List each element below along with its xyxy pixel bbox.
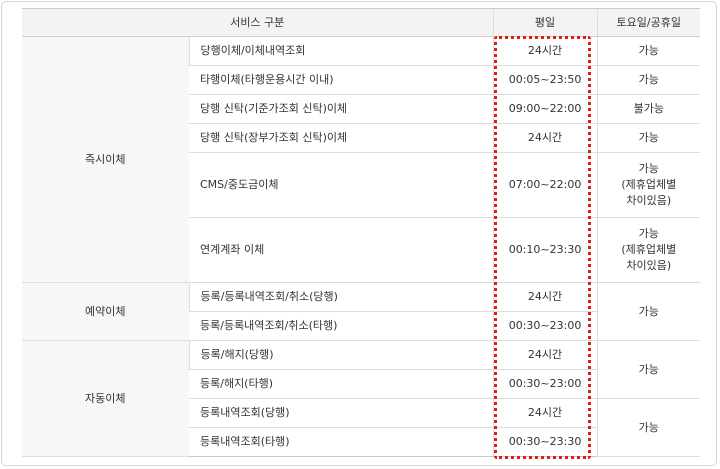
service-cell: 타행이체(타행운용시간 이내) — [189, 65, 494, 95]
weekday-cell: 24시간 — [492, 36, 598, 66]
weekday-cell: 24시간 — [492, 123, 598, 153]
service-cell: 등록내역조회(당행) — [189, 398, 494, 428]
service-cell: 등록/해지(당행) — [188, 340, 494, 370]
service-cell: 당행이체/이체내역조회 — [188, 36, 494, 66]
category-cell: 예약이체 — [22, 282, 189, 341]
weekday-cell: 24시간 — [492, 282, 598, 312]
weekend-cell: 가능 (제휴업체별 차이있음) — [596, 217, 701, 283]
weekday-cell: 24시간 — [492, 398, 598, 428]
table-header-row: 서비스 구분 평일 토요일/공휴일 — [22, 8, 701, 37]
weekend-line: 차이있음) — [626, 259, 672, 272]
weekday-cell: 00:30~23:00 — [492, 311, 598, 341]
service-cell: 등록/해지(타행) — [189, 369, 494, 399]
weekday-cell: 09:00~22:00 — [492, 94, 598, 124]
weekend-line: 가능 — [638, 227, 659, 240]
weekday-cell: 00:05~23:50 — [492, 65, 598, 95]
weekend-cell: 가능 — [596, 123, 701, 153]
weekend-line: 차이있음) — [626, 194, 672, 207]
weekend-cell: 가능 — [596, 282, 701, 341]
weekend-line: (제휴업체별 — [621, 178, 677, 191]
service-cell: 연계계좌 이체 — [189, 217, 494, 283]
weekend-cell: 가능 — [596, 398, 701, 457]
weekday-cell: 07:00~22:00 — [492, 152, 598, 218]
service-cell: 등록내역조회(타행) — [189, 427, 494, 457]
weekend-cell: 가능 (제휴업체별 차이있음) — [596, 152, 701, 218]
category-cell: 자동이체 — [22, 340, 189, 457]
weekend-cell: 가능 — [596, 36, 701, 66]
category-cell: 즉시이체 — [22, 36, 189, 283]
weekend-line: (제휴업체별 — [621, 243, 677, 256]
header-weekday: 평일 — [492, 8, 598, 37]
weekend-line: 가능 — [638, 162, 659, 175]
table-row: 예약이체 등록/등록내역조회/취소(당행) 24시간 가능 — [22, 282, 701, 341]
table-row: 자동이체 등록/해지(당행) 24시간 가능 — [22, 340, 701, 457]
weekend-cell: 불가능 — [596, 94, 701, 124]
weekday-cell: 00:30~23:30 — [492, 427, 598, 457]
service-cell: 등록/등록내역조회/취소(타행) — [189, 311, 494, 341]
service-cell: CMS/중도금이체 — [189, 152, 494, 218]
service-cell: 등록/등록내역조회/취소(당행) — [188, 282, 494, 312]
weekday-cell: 00:10~23:30 — [492, 217, 598, 283]
header-service: 서비스 구분 — [22, 8, 494, 37]
weekend-cell: 가능 — [596, 65, 701, 95]
service-hours-table: 서비스 구분 평일 토요일/공휴일 즉시이체 당행이체/이체내역조회 24시간 … — [22, 8, 701, 457]
weekday-cell: 24시간 — [492, 340, 598, 370]
table-row: 즉시이체 당행이체/이체내역조회 24시간 가능 — [22, 36, 701, 283]
weekend-cell: 가능 — [596, 340, 701, 399]
weekday-cell: 00:30~23:00 — [492, 369, 598, 399]
service-cell: 당행 신탁(장부가조회 신탁)이체 — [189, 123, 494, 153]
service-cell: 당행 신탁(기준가조회 신탁)이체 — [189, 94, 494, 124]
header-weekend: 토요일/공휴일 — [596, 8, 701, 37]
